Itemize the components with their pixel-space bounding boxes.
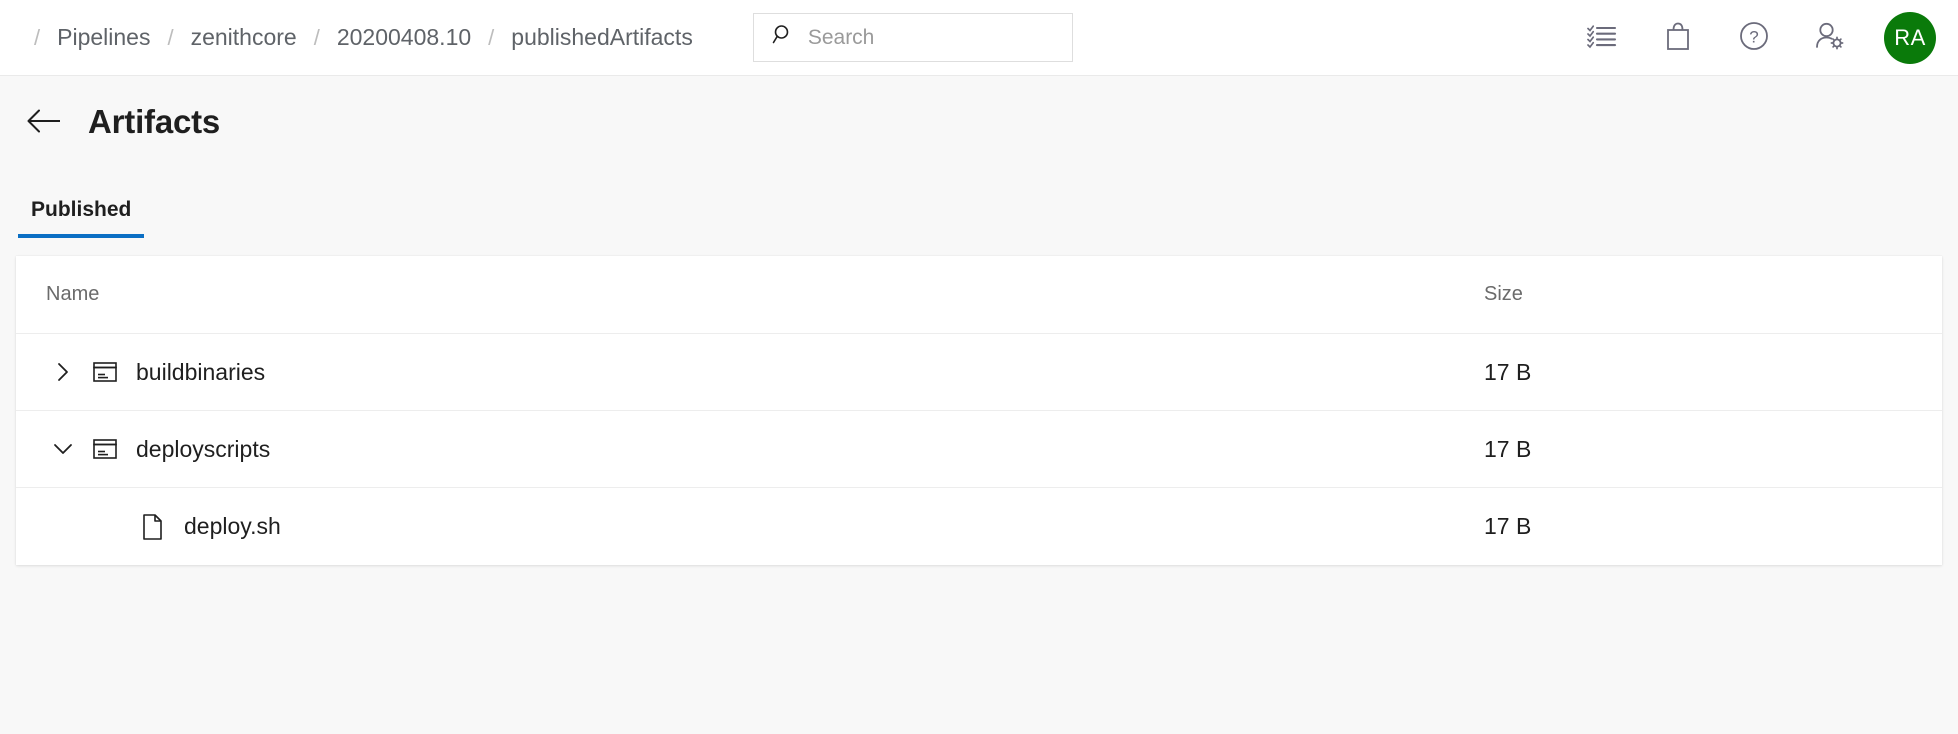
table-header-row: Name Size [16,256,1942,334]
row-name-cell: deployscripts [46,436,1482,463]
search-input[interactable] [808,14,1060,61]
avatar-initials: RA [1894,25,1926,51]
archive-icon [90,360,120,384]
row-size-cell: 17 B [1482,513,1912,540]
column-header-size-label: Size [1484,283,1523,305]
search-icon [772,24,794,51]
row-size-cell: 17 B [1482,436,1912,463]
top-bar: / Pipelines / zenithcore / 20200408.10 /… [0,0,1958,76]
breadcrumb-separator-1: / [150,25,190,51]
breadcrumb-separator-2: / [297,25,337,51]
search-container [753,13,1073,62]
row-name-label: buildbinaries [136,359,265,386]
row-name-label: deploy.sh [184,513,281,540]
help-icon: ? [1738,20,1770,55]
topbar-actions: ? [1564,8,1940,68]
breadcrumb-item-pipelines[interactable]: Pipelines [57,24,150,51]
arrow-left-icon [26,108,62,137]
table-row[interactable]: deployscripts 17 B [16,411,1942,488]
breadcrumb-item-build-number[interactable]: 20200408.10 [337,24,471,51]
search-box[interactable] [753,13,1073,62]
file-icon [138,513,168,541]
page-title: Artifacts [88,103,220,141]
tab-published-label: Published [31,198,131,221]
chevron-down-icon[interactable] [46,440,80,458]
row-name-label: deployscripts [136,436,270,463]
tab-bar: Published [16,168,1942,238]
help-button[interactable]: ? [1716,8,1792,68]
page-content: Artifacts Published Name Size [0,76,1958,565]
marketplace-button[interactable] [1640,8,1716,68]
breadcrumb-item-zenithcore[interactable]: zenithcore [191,24,297,51]
page-header: Artifacts [16,76,1942,168]
table-row[interactable]: deploy.sh 17 B [16,488,1942,565]
back-button[interactable] [22,100,66,144]
avatar[interactable]: RA [1884,12,1936,64]
table-row[interactable]: buildbinaries 17 B [16,334,1942,411]
breadcrumb: / Pipelines / zenithcore / 20200408.10 /… [34,24,693,51]
table-header-name: Name [46,283,1482,306]
breadcrumb-item-published-artifacts[interactable]: publishedArtifacts [511,24,693,51]
chevron-right-icon[interactable] [46,361,80,383]
row-name-cell: deploy.sh [46,513,1482,541]
row-size-label: 17 B [1484,513,1531,539]
user-settings-icon [1814,21,1846,54]
checklist-icon [1587,23,1617,52]
archive-icon [90,437,120,461]
artifacts-table: Name Size [16,256,1942,565]
shopping-bag-icon [1664,21,1692,54]
row-size-label: 17 B [1484,359,1531,385]
svg-text:?: ? [1749,28,1758,47]
row-name-cell: buildbinaries [46,359,1482,386]
tab-published[interactable]: Published [18,198,144,238]
row-size-cell: 17 B [1482,359,1912,386]
column-header-name-label: Name [46,283,99,306]
breadcrumb-separator-leading: / [34,25,57,51]
checklist-icon-button[interactable] [1564,8,1640,68]
table-header-size: Size [1482,283,1912,306]
breadcrumb-separator-3: / [471,25,511,51]
user-settings-button[interactable] [1792,8,1868,68]
row-size-label: 17 B [1484,436,1531,462]
